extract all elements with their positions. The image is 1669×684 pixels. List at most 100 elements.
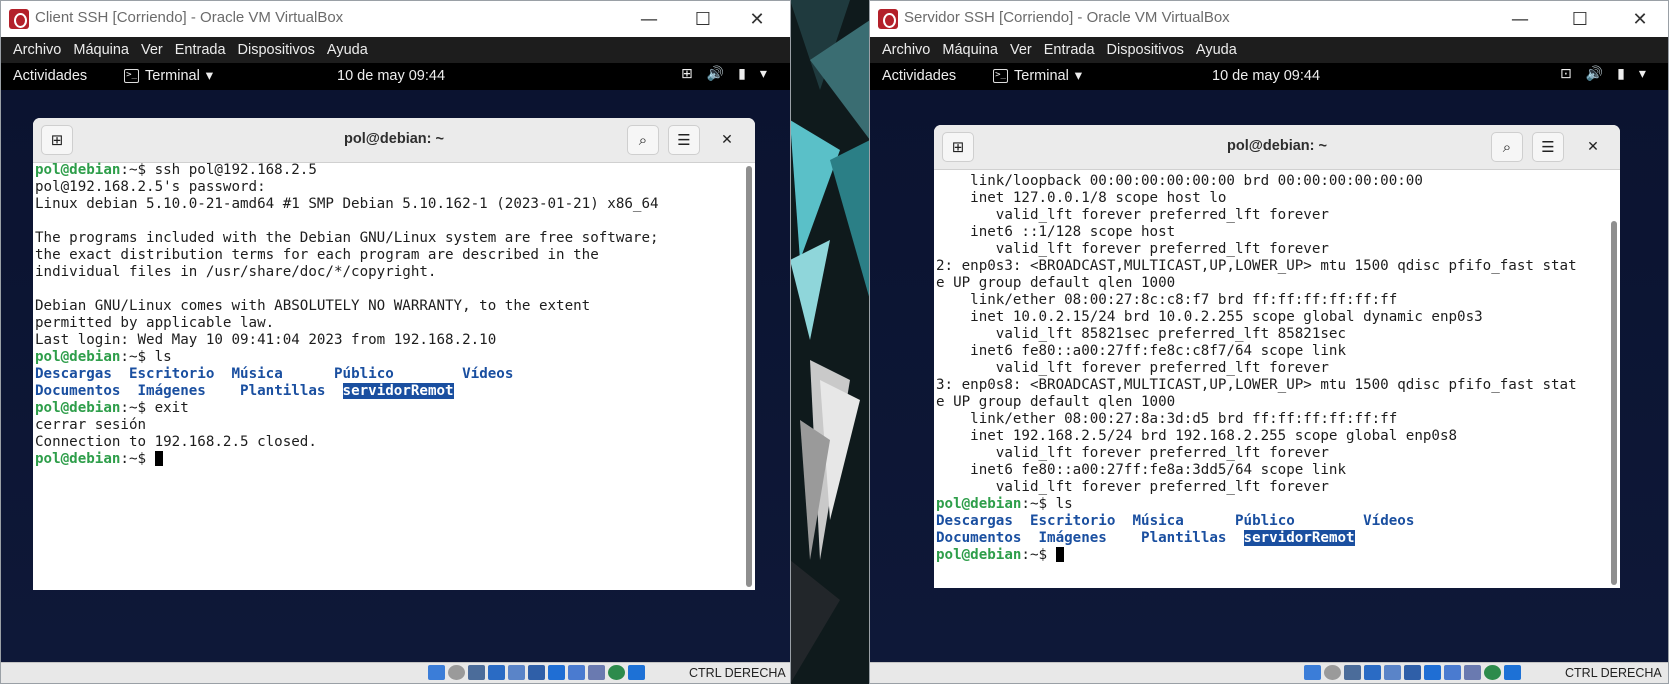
menu-ayuda[interactable]: Ayuda [327, 42, 368, 58]
prompt: pol@debian [35, 451, 121, 467]
app-menu[interactable]: >_ Terminal ▾ [124, 68, 213, 84]
directory-name: Vídeos [462, 366, 514, 382]
window-titlebar[interactable]: Servidor SSH [Corriendo] - Oracle VM Vir… [870, 1, 1668, 37]
terminal-text: cerrar sesión [35, 417, 147, 433]
terminal-line: inet6 fe80::a00:27ff:fe8a:3dd5/64 scope … [936, 462, 1608, 479]
vm-window-server[interactable]: Servidor SSH [Corriendo] - Oracle VM Vir… [869, 0, 1669, 684]
terminal-text: individual files in /usr/share/doc/*/cop… [35, 264, 437, 280]
terminal-text: Linux debian 5.10.0-21-amd64 #1 SMP Debi… [35, 196, 659, 212]
terminal-window[interactable]: ⊞ pol@debian: ~ ⌕ ☰ ✕ link/loopback 00:0… [934, 125, 1620, 588]
minimize-button[interactable]: — [627, 4, 671, 34]
menu-ver[interactable]: Ver [141, 42, 163, 58]
guest-screen[interactable]: Actividades >_ Terminal ▾ 10 de may 09:4… [1, 63, 790, 663]
vm-window-client[interactable]: Client SSH [Corriendo] - Oracle VM Virtu… [0, 0, 791, 684]
globe-icon[interactable] [1484, 665, 1501, 680]
terminal-text: link/ether 08:00:27:8c:c8:f7 brd ff:ff:f… [936, 292, 1398, 308]
recording-icon[interactable] [568, 665, 585, 680]
network-adapter-icon[interactable] [488, 665, 505, 680]
directory-name: Plantillas [240, 383, 326, 399]
terminal-text: the exact distribution terms for each pr… [35, 247, 599, 263]
optical-drive-icon[interactable] [448, 665, 465, 680]
app-menu[interactable]: >_ Terminal ▾ [993, 68, 1082, 84]
recording-icon[interactable] [1444, 665, 1461, 680]
hdd-icon[interactable] [1304, 665, 1321, 680]
system-tray[interactable]: ⊞ 🔊 ▮ ▾ [681, 66, 767, 82]
search-icon[interactable]: ⌕ [1491, 132, 1523, 162]
usb-icon[interactable] [508, 665, 525, 680]
terminal-line: 2: enp0s3: <BROADCAST,MULTICAST,UP,LOWER… [936, 258, 1608, 275]
clock[interactable]: 10 de may 09:44 [337, 68, 445, 84]
menu-archivo[interactable]: Archivo [13, 42, 61, 58]
maximize-button[interactable]: ☐ [1558, 4, 1602, 34]
terminal-output[interactable]: pol@debian:~$ ssh pol@192.168.2.5 pol@192… [35, 162, 743, 590]
directory-name: Imágenes [137, 383, 206, 399]
gnome-topbar: Actividades >_ Terminal ▾ 10 de may 09:4… [1, 63, 790, 90]
terminal-line: link/loopback 00:00:00:00:00:00 brd 00:0… [936, 173, 1608, 190]
chevron-down-icon: ▾ [205, 68, 214, 84]
audio-icon[interactable] [468, 665, 485, 680]
clock[interactable]: 10 de may 09:44 [1212, 68, 1320, 84]
terminal-text: :~$ ssh pol@192.168.2.5 [120, 162, 317, 178]
close-button[interactable]: ✕ [1618, 4, 1662, 34]
terminal-line: inet 10.0.2.15/24 brd 10.0.2.255 scope g… [936, 309, 1608, 326]
terminal-text: 3: enp0s8: <BROADCAST,MULTICAST,UP,LOWER… [936, 377, 1577, 393]
menu-entrada[interactable]: Entrada [175, 42, 226, 58]
menu-entrada[interactable]: Entrada [1044, 42, 1095, 58]
battery-icon: ▮ [1617, 66, 1625, 82]
terminal-headerbar[interactable]: ⊞ pol@debian: ~ ⌕ ☰ ✕ [33, 118, 755, 163]
network-icon: ⊡ [1560, 66, 1572, 82]
terminal-line: valid_lft 85821sec preferred_lft 85821se… [936, 326, 1608, 343]
display-icon[interactable] [1424, 665, 1441, 680]
menu-dispositivos[interactable]: Dispositivos [1107, 42, 1184, 58]
terminal-text: valid_lft forever preferred_lft forever [936, 479, 1329, 495]
close-icon[interactable]: ✕ [1579, 132, 1607, 162]
hdd-icon[interactable] [428, 665, 445, 680]
cpu-icon[interactable] [1464, 665, 1481, 680]
terminal-text: Last login: Wed May 10 09:41:04 2023 fro… [35, 332, 497, 348]
optical-drive-icon[interactable] [1324, 665, 1341, 680]
window-titlebar[interactable]: Client SSH [Corriendo] - Oracle VM Virtu… [1, 1, 790, 37]
terminal-window[interactable]: ⊞ pol@debian: ~ ⌕ ☰ ✕ pol@debian :~$ ssh … [33, 118, 755, 590]
close-button[interactable]: ✕ [735, 4, 779, 34]
terminal-cursor [1055, 547, 1064, 562]
terminal-headerbar[interactable]: ⊞ pol@debian: ~ ⌕ ☰ ✕ [934, 125, 1620, 170]
maximize-button[interactable]: ☐ [681, 4, 725, 34]
download-arrow-icon[interactable] [1504, 665, 1521, 680]
hamburger-icon[interactable]: ☰ [668, 125, 700, 155]
terminal-line: individual files in /usr/share/doc/*/cop… [35, 264, 743, 281]
chevron-down-icon: ▾ [759, 66, 767, 82]
terminal-line: valid_lft forever preferred_lft forever [936, 360, 1608, 377]
close-icon[interactable]: ✕ [713, 125, 741, 155]
usb-icon[interactable] [1384, 665, 1401, 680]
display-icon[interactable] [548, 665, 565, 680]
menu-maquina[interactable]: Máquina [73, 42, 129, 58]
menu-maquina[interactable]: Máquina [942, 42, 998, 58]
menu-ayuda[interactable]: Ayuda [1196, 42, 1237, 58]
activities-button[interactable]: Actividades [882, 68, 956, 84]
scrollbar[interactable] [1611, 221, 1617, 585]
network-adapter-icon[interactable] [1364, 665, 1381, 680]
terminal-output[interactable]: link/loopback 00:00:00:00:00:00 brd 00:0… [936, 173, 1608, 588]
menu-archivo[interactable]: Archivo [882, 42, 930, 58]
scrollbar[interactable] [746, 166, 752, 587]
shared-folder-icon[interactable] [528, 665, 545, 680]
hamburger-icon[interactable]: ☰ [1532, 132, 1564, 162]
activities-button[interactable]: Actividades [13, 68, 87, 84]
menu-dispositivos[interactable]: Dispositivos [238, 42, 315, 58]
globe-icon[interactable] [608, 665, 625, 680]
guest-screen[interactable]: Actividades >_ Terminal ▾ 10 de may 09:4… [870, 63, 1668, 663]
audio-icon[interactable] [1344, 665, 1361, 680]
cpu-icon[interactable] [588, 665, 605, 680]
terminal-line: pol@debian:~$ [936, 547, 1608, 564]
search-icon[interactable]: ⌕ [627, 125, 659, 155]
minimize-button[interactable]: — [1498, 4, 1542, 34]
terminal-icon: >_ [993, 69, 1008, 83]
download-arrow-icon[interactable] [628, 665, 645, 680]
menu-ver[interactable]: Ver [1010, 42, 1032, 58]
terminal-text: inet 192.168.2.5/24 brd 192.168.2.255 sc… [936, 428, 1458, 444]
shared-folder-icon[interactable] [1404, 665, 1421, 680]
system-tray[interactable]: ⊡ 🔊 ▮ ▾ [1560, 66, 1646, 82]
